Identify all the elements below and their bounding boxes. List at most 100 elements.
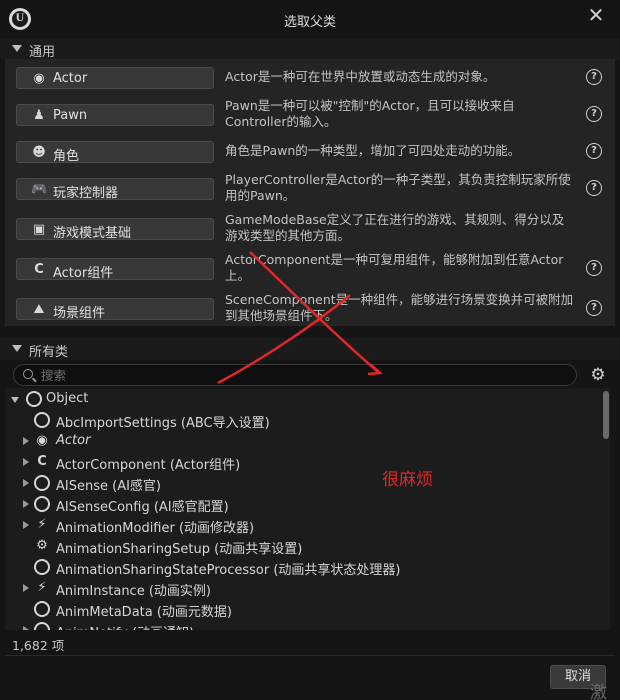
search-icon: [23, 369, 33, 379]
scene-component-icon: ⛰: [33, 302, 45, 317]
annotation-note: 很麻烦: [382, 470, 433, 490]
expand-arrow-icon[interactable]: [23, 458, 29, 466]
class-button-label: Actor组件: [53, 266, 114, 281]
class-button-label: 场景组件: [53, 306, 106, 321]
expand-arrow-icon[interactable]: [23, 500, 29, 508]
common-class-row: ⛰ 场景组件 SceneComponent是一种组件，能够进行场景变换并可被附加…: [5, 290, 615, 326]
common-class-row: ♟ Pawn Pawn是一种可以被"控制"的Actor，且可以接收来自Contr…: [5, 96, 615, 132]
actor-component-class-button[interactable]: C Actor组件: [16, 258, 214, 281]
common-class-row: ▣ 游戏模式基础 GameModeBase定义了正在进行的游戏、其规则、得分以及…: [5, 210, 615, 246]
tree-item[interactable]: ⚡ AnimationModifier (动画修改器): [5, 515, 605, 536]
tree-item[interactable]: AbcImportSettings (ABC导入设置): [5, 410, 605, 431]
tree-item[interactable]: ⚙ AnimationSharingSetup (动画共享设置): [5, 536, 605, 557]
actor-icon: ◉: [36, 433, 48, 448]
tree-item-label: AnimationSharingSetup (动画共享设置): [56, 542, 303, 557]
common-class-row: C Actor组件 ActorComponent是一种可复用组件，能够附加到任意…: [5, 250, 615, 286]
common-section-header[interactable]: 通用: [0, 38, 620, 60]
divider: [5, 655, 615, 656]
common-class-row: ☻ 角色 角色是Pawn的一种类型，增加了可四处走动的功能。 ?: [5, 133, 615, 169]
scene-component-class-button[interactable]: ⛰ 场景组件: [16, 298, 214, 321]
tree-item[interactable]: AnimMetaData (动画元数据): [5, 599, 605, 620]
tree-item-label: Object: [46, 391, 89, 406]
tree-item[interactable]: C ActorComponent (Actor组件): [5, 452, 605, 473]
title-bar: U 选取父类 ✕: [0, 0, 620, 38]
item-count: 1,682 项: [12, 638, 65, 653]
collapse-arrow-icon[interactable]: [12, 345, 22, 352]
close-button[interactable]: ✕: [586, 3, 606, 27]
help-icon[interactable]: ?: [586, 143, 602, 159]
class-button-label: Actor: [53, 71, 88, 86]
common-class-row: ◉ Actor Actor是一种可在世界中放置或动态生成的对象。 ?: [5, 59, 615, 95]
common-class-row: 🎮 玩家控制器 PlayerController是Actor的一种子类型，其负责…: [5, 170, 615, 206]
class-description: Pawn是一种可以被"控制"的Actor，且可以接收来自Controller的输…: [225, 98, 515, 129]
class-description: Actor是一种可在世界中放置或动态生成的对象。: [225, 69, 496, 84]
object-icon: [26, 391, 42, 407]
class-description: GameModeBase定义了正在进行的游戏、其规则、得分以及游戏类型的其他方面…: [225, 212, 565, 243]
help-icon[interactable]: ?: [586, 106, 602, 122]
help-icon[interactable]: ?: [586, 300, 602, 316]
tree-item-label: AISense (AI感官): [56, 479, 161, 494]
tree-item-label: AnimMetaData (动画元数据): [56, 605, 233, 620]
collapse-arrow-icon[interactable]: [12, 45, 22, 52]
animation-sharing-icon: ⚙: [36, 538, 48, 553]
object-icon: [34, 601, 50, 617]
expand-arrow-icon[interactable]: [23, 584, 29, 592]
tree-item-label: AnimationSharingStateProcessor (动画共享状态处理…: [56, 563, 401, 578]
class-description: 角色是Pawn的一种类型，增加了可四处走动的功能。: [225, 143, 521, 158]
tree-item-label: Actor: [56, 433, 91, 448]
object-icon: [34, 412, 50, 428]
object-icon: [34, 496, 50, 512]
common-classes-panel: ◉ Actor Actor是一种可在世界中放置或动态生成的对象。 ? ♟ Paw…: [5, 59, 615, 326]
window-title: 选取父类: [283, 15, 336, 30]
help-icon[interactable]: ?: [586, 69, 602, 85]
pawn-icon: ♟: [33, 108, 45, 123]
game-mode-base-class-button[interactable]: ▣ 游戏模式基础: [16, 218, 214, 241]
player-controller-class-button[interactable]: 🎮 玩家控制器: [16, 178, 214, 201]
class-button-label: 玩家控制器: [53, 186, 119, 201]
expand-arrow-icon[interactable]: [23, 626, 29, 630]
tree-item-label: AnimNotify (动画通知): [56, 622, 194, 630]
pawn-class-button[interactable]: ♟ Pawn: [16, 104, 214, 126]
scrollbar-thumb[interactable]: [603, 391, 609, 439]
common-section-title: 通用: [29, 45, 56, 60]
class-description: SceneComponent是一种组件，能够进行场景变换并可被附加到其他场景组件…: [225, 292, 574, 323]
actor-class-button[interactable]: ◉ Actor: [16, 67, 214, 89]
expand-arrow-icon[interactable]: [23, 479, 29, 487]
actor-component-icon: C: [34, 262, 44, 277]
character-class-button[interactable]: ☻ 角色: [16, 141, 214, 164]
expand-arrow-icon[interactable]: [23, 437, 29, 445]
object-icon: [34, 559, 50, 575]
tree-item-label: AnimInstance (动画实例): [56, 584, 211, 599]
class-description: PlayerController是Actor的一种子类型，其负责控制玩家所使用的…: [225, 172, 571, 203]
expand-arrow-icon[interactable]: [11, 397, 19, 403]
tree-item[interactable]: AISense (AI感官): [5, 473, 605, 494]
tree-item[interactable]: AnimNotify (动画通知): [5, 620, 605, 630]
expand-arrow-icon[interactable]: [23, 521, 29, 529]
all-classes-section-title: 所有类: [29, 345, 69, 360]
tree-item-label: AISenseConfig (AI感官配置): [56, 500, 229, 515]
tree-item-label: AbcImportSettings (ABC导入设置): [56, 416, 270, 431]
logo-letter: U: [15, 10, 25, 24]
help-icon[interactable]: ?: [586, 180, 602, 196]
all-classes-section-header[interactable]: 所有类: [0, 338, 620, 360]
tree-item[interactable]: AISenseConfig (AI感官配置): [5, 494, 605, 515]
animation-icon: ⚡: [37, 517, 47, 532]
class-description: ActorComponent是一种可复用组件，能够附加到任意Actor上。: [225, 252, 564, 283]
tree-item[interactable]: Object: [5, 389, 605, 410]
search-box[interactable]: [13, 364, 577, 386]
gamepad-icon: 🎮: [31, 182, 48, 197]
help-icon[interactable]: ?: [586, 260, 602, 276]
actor-icon: ◉: [33, 71, 45, 86]
gear-icon[interactable]: ⚙: [589, 366, 607, 384]
class-button-label: 角色: [53, 149, 80, 164]
tree-item[interactable]: AnimationSharingStateProcessor (动画共享状态处理…: [5, 557, 605, 578]
class-button-label: Pawn: [53, 108, 88, 123]
class-button-label: 游戏模式基础: [53, 226, 132, 241]
search-input[interactable]: [41, 367, 561, 383]
animation-icon: ⚡: [37, 580, 47, 595]
character-icon: ☻: [32, 145, 46, 160]
actor-component-icon: C: [37, 454, 47, 469]
tree-item[interactable]: ⚡ AnimInstance (动画实例): [5, 578, 605, 599]
activation-watermark: 激活: [590, 683, 607, 700]
tree-item[interactable]: ◉ Actor: [5, 431, 605, 452]
